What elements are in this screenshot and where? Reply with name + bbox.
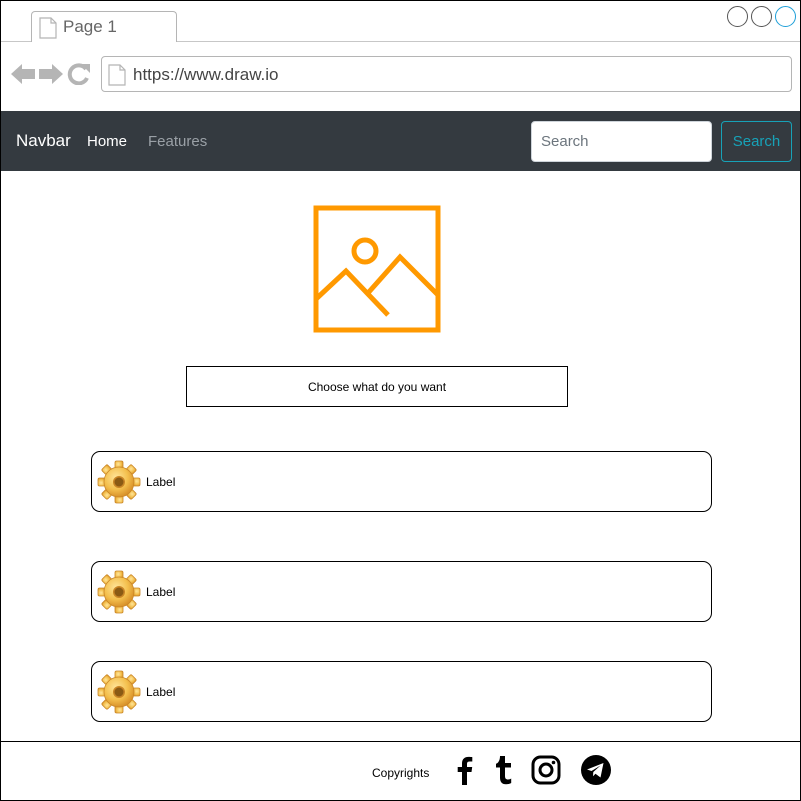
minimize-button[interactable]	[727, 6, 748, 27]
nav-link-features[interactable]: Features	[148, 133, 207, 150]
back-arrow-icon[interactable]	[11, 63, 35, 85]
gear-icon	[97, 460, 141, 504]
instagram-icon[interactable]	[530, 754, 562, 786]
nav-link-home[interactable]: Home	[87, 133, 127, 150]
telegram-icon[interactable]	[580, 754, 612, 786]
browser-tab[interactable]: Page 1	[31, 11, 177, 42]
label-card[interactable]: Label	[91, 661, 712, 722]
navbar-brand[interactable]: Navbar	[16, 131, 71, 151]
tab-bar: Page 1	[1, 1, 800, 42]
tumblr-icon[interactable]	[487, 754, 519, 786]
reload-icon[interactable]	[67, 63, 91, 85]
page-icon	[39, 17, 57, 39]
card-label: Label	[146, 475, 176, 489]
choice-select-text: Choose what do you want	[307, 379, 447, 394]
close-button[interactable]	[775, 6, 796, 27]
address-bar-area: https://www.draw.io	[1, 42, 800, 111]
label-card[interactable]: Label	[91, 561, 712, 622]
image-placeholder-icon	[313, 205, 441, 333]
footer: Copyrights	[1, 741, 800, 800]
search-input[interactable]	[531, 121, 712, 162]
search-button[interactable]: Search	[721, 121, 792, 162]
label-card[interactable]: Label	[91, 451, 712, 512]
facebook-icon[interactable]	[449, 754, 481, 786]
window-controls	[727, 6, 796, 27]
tab-title: Page 1	[63, 17, 117, 36]
browser-window: Page 1 https://www.draw.io Navbar Home F…	[0, 0, 801, 801]
forward-arrow-icon[interactable]	[39, 63, 63, 85]
choice-select[interactable]: Choose what do you want	[186, 366, 568, 407]
maximize-button[interactable]	[751, 6, 772, 27]
copyright-text: Copyrights	[372, 766, 430, 780]
page-icon	[108, 64, 126, 86]
url-text: https://www.draw.io	[133, 65, 279, 84]
card-label: Label	[146, 585, 176, 599]
card-label: Label	[146, 685, 176, 699]
gear-icon	[97, 670, 141, 714]
url-input[interactable]: https://www.draw.io	[101, 56, 792, 92]
navbar: Navbar Home Features Search	[1, 111, 800, 171]
navigation-controls	[11, 63, 91, 85]
gear-icon	[97, 570, 141, 614]
